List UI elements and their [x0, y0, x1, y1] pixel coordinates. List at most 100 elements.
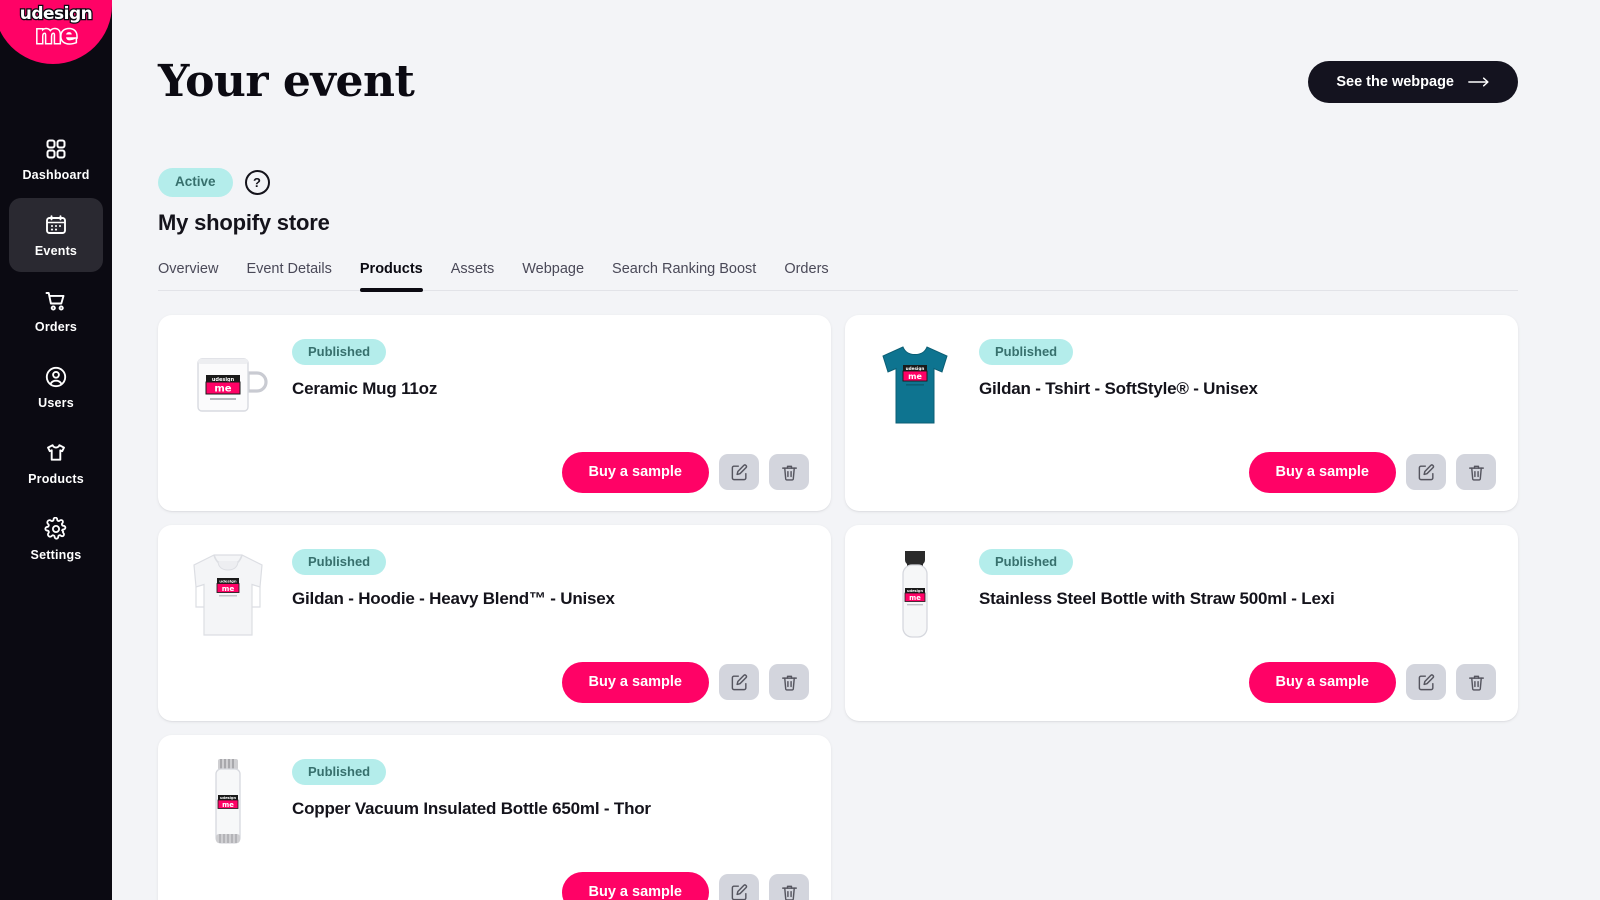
delete-product-button[interactable] — [769, 664, 809, 701]
product-name: Ceramic Mug 11oz — [292, 378, 438, 398]
product-card-actions: Buy a sample — [180, 871, 809, 900]
sidebar: udesign me Dashboard Events Orders Users… — [0, 0, 112, 900]
svg-text:me: me — [908, 372, 922, 381]
product-card-actions: Buy a sample — [867, 661, 1496, 703]
buy-sample-button[interactable]: Buy a sample — [561, 451, 709, 493]
sidebar-item-label: Dashboard — [22, 167, 90, 182]
main-content: Your event See the webpage Active ? My s… — [112, 0, 1600, 900]
mug-art: udesign me — [197, 358, 268, 412]
sidebar-item-products[interactable]: Products — [9, 426, 103, 500]
tshirt-art: udesign me — [882, 346, 948, 424]
product-card-actions: Buy a sample — [180, 661, 809, 703]
tab-bar: Overview Event Details Products Assets W… — [158, 261, 1518, 292]
tab-webpage[interactable]: Webpage — [508, 261, 598, 290]
product-card[interactable]: udesign me Published Copper Vacuum Insul… — [158, 734, 831, 900]
app-root: udesign me Dashboard Events Orders Users… — [0, 0, 1600, 900]
sidebar-item-label: Users — [38, 395, 74, 410]
trash-icon — [780, 463, 799, 482]
product-name: Gildan - Tshirt - SoftStyle® - Unisex — [979, 378, 1258, 398]
logo-text: udesign me — [0, 4, 112, 49]
tab-orders[interactable]: Orders — [770, 261, 842, 290]
trash-icon — [780, 673, 799, 692]
sidebar-item-users[interactable]: Users — [9, 350, 103, 424]
products-grid: udesign me Published Ceramic Mug 11oz Bu… — [158, 314, 1518, 900]
product-info: Published Copper Vacuum Insulated Bottle… — [292, 755, 809, 872]
edit-icon — [1417, 673, 1436, 692]
delete-product-button[interactable] — [1456, 664, 1496, 701]
product-status-badge: Published — [292, 758, 387, 785]
tab-overview[interactable]: Overview — [158, 261, 232, 290]
edit-product-button[interactable] — [719, 664, 759, 701]
edit-icon — [1417, 463, 1436, 482]
sidebar-item-settings[interactable]: Settings — [9, 502, 103, 576]
status-badge: Active — [158, 168, 233, 197]
delete-product-button[interactable] — [769, 874, 809, 900]
event-status-row: Active ? — [158, 168, 1518, 197]
product-thumbnail: udesign me — [180, 335, 276, 435]
product-card-top: udesign me Published Copper Vacuum Insul… — [180, 755, 809, 872]
product-status-badge: Published — [979, 548, 1074, 575]
product-card-top: udesign me Published Stainless Steel Bot… — [867, 545, 1496, 662]
trash-icon — [1467, 463, 1486, 482]
product-thumbnail: udesign me — [867, 335, 963, 435]
trash-icon — [1467, 673, 1486, 692]
tab-event-details[interactable]: Event Details — [232, 261, 345, 290]
product-name: Gildan - Hoodie - Heavy Blend™ - Unisex — [292, 588, 615, 608]
delete-product-button[interactable] — [1456, 454, 1496, 491]
tab-search-ranking-boost[interactable]: Search Ranking Boost — [598, 261, 770, 290]
sidebar-nav: Dashboard Events Orders Users Products S… — [0, 122, 112, 576]
sidebar-item-dashboard[interactable]: Dashboard — [9, 122, 103, 196]
product-info: Published Stainless Steel Bottle with St… — [979, 545, 1496, 662]
product-card[interactable]: udesign me Published Gildan - Hoodie - H… — [158, 524, 831, 721]
product-status-badge: Published — [979, 338, 1074, 365]
edit-product-button[interactable] — [1406, 454, 1446, 491]
tab-assets[interactable]: Assets — [437, 261, 509, 290]
sidebar-item-label: Products — [28, 471, 84, 486]
sidebar-item-events[interactable]: Events — [9, 198, 103, 272]
product-name: Stainless Steel Bottle with Straw 500ml … — [979, 588, 1335, 608]
cart-icon — [44, 289, 68, 313]
svg-text:me: me — [909, 594, 921, 602]
page-title: Your event — [158, 56, 415, 107]
brand-logo[interactable]: udesign me — [0, 0, 112, 64]
edit-icon — [730, 883, 749, 900]
store-name: My shopify store — [158, 209, 330, 235]
svg-text:udesign: udesign — [906, 366, 925, 371]
product-card-top: udesign me Published Gildan - Tshirt - S… — [867, 335, 1496, 452]
product-status-badge: Published — [292, 338, 387, 365]
product-info: Published Ceramic Mug 11oz — [292, 335, 809, 452]
bottle-copper-art: udesign me — [215, 758, 241, 844]
buy-sample-button[interactable]: Buy a sample — [1248, 661, 1396, 703]
see-webpage-button[interactable]: See the webpage — [1308, 61, 1518, 104]
logo-line2: me — [34, 20, 79, 49]
product-card[interactable]: udesign me Published Ceramic Mug 11oz Bu… — [158, 314, 831, 511]
svg-text:me: me — [222, 801, 234, 809]
edit-icon — [730, 673, 749, 692]
edit-product-button[interactable] — [1406, 664, 1446, 701]
bottle-straw-art: udesign me — [902, 550, 928, 638]
hoodie-art: udesign me — [193, 554, 263, 636]
calendar-icon — [44, 213, 68, 237]
product-name: Copper Vacuum Insulated Bottle 650ml - T… — [292, 798, 651, 818]
product-card[interactable]: udesign me Published Gildan - Tshirt - S… — [845, 314, 1518, 511]
buy-sample-button[interactable]: Buy a sample — [1248, 451, 1396, 493]
svg-text:me: me — [222, 584, 235, 593]
tab-products[interactable]: Products — [346, 261, 437, 292]
edit-product-button[interactable] — [719, 874, 759, 900]
product-card-top: udesign me Published Gildan - Hoodie - H… — [180, 545, 809, 662]
grid-icon — [44, 137, 68, 161]
delete-product-button[interactable] — [769, 454, 809, 491]
product-status-badge: Published — [292, 548, 387, 575]
sidebar-item-orders[interactable]: Orders — [9, 274, 103, 348]
svg-text:me: me — [214, 383, 231, 394]
tshirt-icon — [44, 441, 68, 465]
product-info: Published Gildan - Hoodie - Heavy Blend™… — [292, 545, 809, 662]
product-card-actions: Buy a sample — [180, 451, 809, 493]
edit-product-button[interactable] — [719, 454, 759, 491]
product-card[interactable]: udesign me Published Stainless Steel Bot… — [845, 524, 1518, 721]
buy-sample-button[interactable]: Buy a sample — [561, 661, 709, 703]
sidebar-item-label: Orders — [34, 319, 78, 334]
buy-sample-button[interactable]: Buy a sample — [561, 871, 709, 900]
help-icon[interactable]: ? — [244, 170, 270, 196]
product-thumbnail: udesign me — [180, 545, 276, 645]
